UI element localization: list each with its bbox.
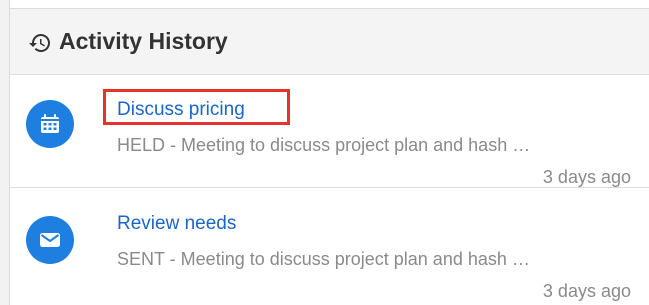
history-icon (29, 34, 50, 52)
highlight-box (103, 89, 290, 125)
activity-type-avatar (26, 100, 74, 148)
activity-timestamp: 3 days ago (542, 167, 631, 187)
calendar-icon (41, 114, 59, 133)
activity-timestamp: 3 days ago (542, 281, 631, 301)
mail-icon (40, 233, 60, 247)
activity-history-dashlet: Activity History Discuss pricing HELD - … (9, 0, 649, 305)
dashlet-header: Activity History (10, 9, 649, 75)
dashlet-title: Activity History (59, 28, 228, 54)
activity-type-avatar (26, 216, 74, 264)
activity-description: SENT - Meeting to discuss project plan a… (117, 249, 530, 269)
page-background: Activity History Discuss pricing HELD - … (0, 0, 649, 305)
activity-description: HELD - Meeting to discuss project plan a… (117, 135, 531, 155)
activity-link-review-needs[interactable]: Review needs (117, 213, 236, 235)
activity-item: Discuss pricing HELD - Meeting to discus… (10, 75, 649, 188)
activity-item: Review needs SENT - Meeting to discuss p… (10, 188, 649, 305)
